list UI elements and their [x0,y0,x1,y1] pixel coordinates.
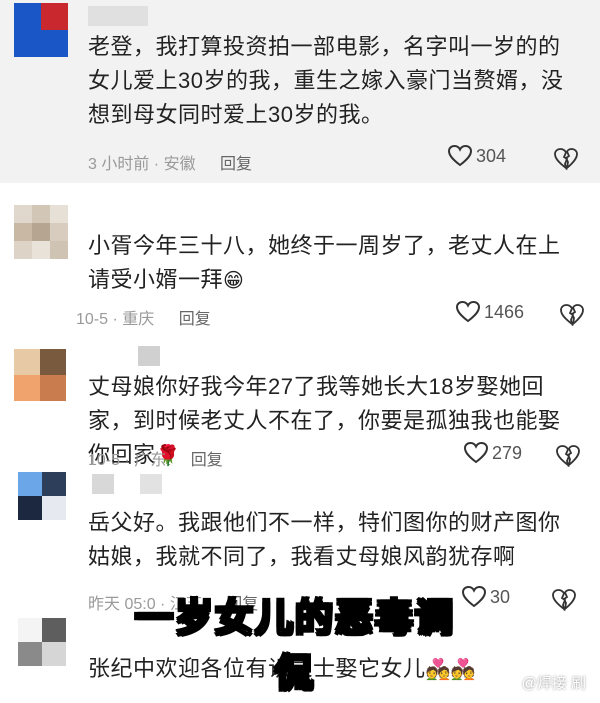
reply-button[interactable]: 回复 [191,452,223,469]
comment-meta: 3 小时前 · 安徽 回复 [88,156,253,173]
username-blurred[interactable] [138,346,160,366]
comment-item: 丈母娘你好我今年27了我等她长大18岁娶她回家，到时候老丈人不在了，你要是孤独我… [0,336,600,469]
dislike-icon[interactable] [554,147,578,171]
grin-emoji-icon: 😁 [223,270,245,292]
dislike-icon[interactable] [556,444,580,468]
comment-text-body: 小胥今年三十八，她终于一周岁了，老丈人在上请受小婿一拜 [88,233,561,292]
avatar[interactable] [18,618,66,666]
username-blurred[interactable] [140,474,162,494]
heart-icon [448,145,472,167]
like-count: 1466 [484,301,525,322]
video-caption-overlay: 一岁女儿的恶毒调侃 [134,595,455,696]
avatar[interactable] [14,3,68,57]
like-button[interactable]: 1466 [456,301,524,323]
comment-text: 老登，我打算投资拍一部电影，名字叫一岁的的女儿爱上30岁的我，重生之嫁入豪门当赘… [88,34,564,127]
reply-button[interactable]: 回复 [179,311,211,328]
comment-location: 广东 [134,452,167,469]
comment-time: 10-5 [76,311,109,328]
username-blurred[interactable] [88,6,148,26]
like-count: 30 [490,586,511,607]
comment-meta: 10-5 · 广东 回复 [88,452,223,469]
reply-button[interactable]: 回复 [220,156,252,173]
comment-text: 岳父好。我跟他们不一样，特们图你的财产图你姑娘，我就不同了，我看丈母娘风韵犹存啊 [88,510,561,569]
avatar[interactable] [14,349,66,401]
like-button[interactable]: 304 [448,145,506,167]
like-count: 279 [492,442,523,463]
comment-meta: 10-5 · 重庆 回复 [76,311,211,328]
dislike-icon[interactable] [552,588,576,612]
avatar[interactable] [18,472,66,520]
comment-text: 小胥今年三十八，她终于一周岁了，老丈人在上请受小婿一拜😁 [88,229,578,298]
couple-emoji-icon: 💑💑 [425,659,477,681]
comment-time: 10-5 [88,452,121,469]
dislike-icon[interactable] [560,303,584,327]
comment-item: 小胥今年三十八，她终于一周岁了，老丈人在上请受小婿一拜😁 10-5 · 重庆 回… [0,183,600,336]
username-blurred[interactable] [92,474,114,494]
comment-location: 安徽 [163,156,196,173]
avatar[interactable] [14,205,68,259]
comment-time: 3 小时前 [88,156,150,173]
heart-icon [456,301,480,323]
comment-location: 重庆 [122,311,155,328]
comment-item: 老登，我打算投资拍一部电影，名字叫一岁的的女儿爱上30岁的我，重生之嫁入豪门当赘… [0,0,600,183]
comment-text-body: 张纪中欢迎各位有识之士娶它女儿 [88,656,426,681]
comment-text: 张纪中欢迎各位有识之士娶它女儿💑💑 [88,652,578,687]
like-button[interactable]: 279 [464,442,522,464]
watermark: @焊接 刷 [521,675,586,692]
like-count: 304 [476,145,507,166]
heart-icon [464,442,488,464]
